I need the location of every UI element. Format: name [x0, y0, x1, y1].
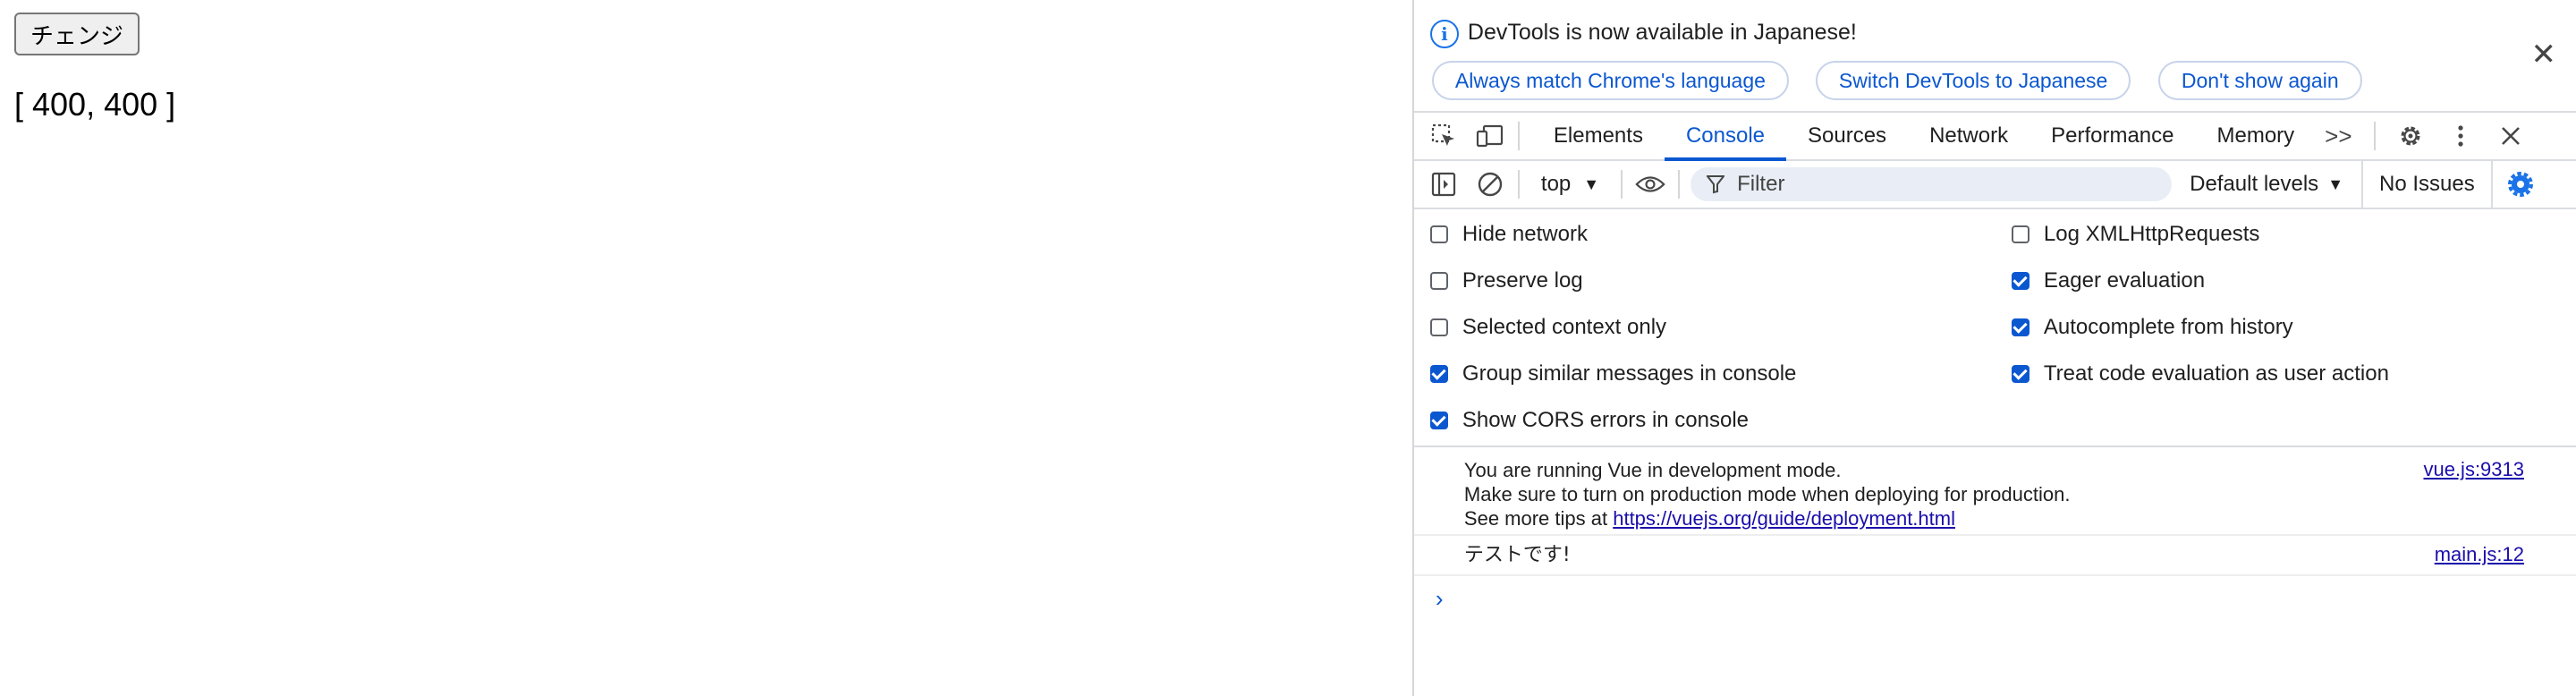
issues-counter[interactable]: No Issues	[2361, 161, 2493, 208]
message-text: See more tips at	[1463, 507, 1614, 530]
inspect-element-icon[interactable]	[1428, 121, 1459, 151]
setting-label: Log XMLHttpRequests	[2043, 222, 2260, 246]
toolbar-divider	[1517, 122, 1520, 150]
message-line: See more tips at https://vuejs.org/guide…	[1464, 506, 2522, 530]
setting-label: Group similar messages in console	[1462, 361, 1797, 386]
always-match-language-button[interactable]: Always match Chrome's language	[1431, 61, 1789, 100]
console-messages: You are running Vue in development mode.…	[1413, 447, 2576, 612]
setting-label: Preserve log	[1462, 268, 1583, 293]
devtools-panel: i DevTools is now available in Japanese!…	[1411, 0, 2576, 696]
sidebar-toggle-icon[interactable]	[1428, 169, 1459, 199]
setting-autocomplete-history[interactable]: Autocomplete from history	[2011, 315, 2293, 340]
message-line: Make sure to turn on production mode whe…	[1463, 483, 2071, 505]
clear-console-icon[interactable]	[1475, 169, 1505, 199]
setting-label: Eager evaluation	[2043, 268, 2206, 293]
message-line: You are running Vue in development mode.	[1463, 459, 1842, 481]
checkbox[interactable]	[1429, 225, 1448, 243]
filter-funnel-icon	[1707, 175, 1725, 194]
app-root: チェンジ [ 400, 400 ] i DevTools is now avai…	[0, 0, 2576, 696]
source-link-main[interactable]: main.js:12	[2435, 543, 2524, 566]
toolbar-divider	[2373, 122, 2376, 150]
language-infobar: i DevTools is now available in Japanese!…	[1413, 0, 2576, 113]
source-link-vue[interactable]: vue.js:9313	[2423, 458, 2524, 481]
filter-box	[1690, 167, 2173, 201]
setting-group-similar[interactable]: Group similar messages in console	[1429, 361, 1797, 386]
setting-show-cors-errors[interactable]: Show CORS errors in console	[1429, 408, 1750, 433]
filter-input[interactable]	[1735, 171, 2115, 198]
triangle-down-icon: ▼	[2327, 174, 2344, 193]
setting-log-xmlhttprequests[interactable]: Log XMLHttpRequests	[2011, 222, 2260, 247]
setting-hide-network[interactable]: Hide network	[1429, 222, 1588, 247]
checkbox[interactable]	[1429, 318, 1448, 336]
settings-gear-icon[interactable]	[2395, 121, 2426, 151]
context-selector[interactable]: top ▼	[1532, 172, 1608, 197]
console-message: テストです! main.js:12	[1413, 536, 2576, 576]
toolbar-divider	[1678, 170, 1681, 199]
console-settings-panel: Hide network Preserve log Selected conte…	[1413, 209, 2576, 447]
tab-performance[interactable]: Performance	[2029, 113, 2195, 159]
setting-label: Treat code evaluation as user action	[2043, 361, 2389, 386]
checkbox[interactable]	[2011, 365, 2029, 383]
dont-show-again-button[interactable]: Don't show again	[2157, 61, 2362, 100]
console-message: You are running Vue in development mode.…	[1413, 447, 2576, 536]
checkbox[interactable]	[1429, 365, 1448, 383]
setting-eager-evaluation[interactable]: Eager evaluation	[2011, 268, 2206, 293]
checkbox[interactable]	[2011, 225, 2029, 243]
device-toolbar-icon[interactable]	[1475, 121, 1505, 151]
setting-selected-context-only[interactable]: Selected context only	[1429, 315, 1667, 340]
checkbox[interactable]	[2011, 272, 2029, 290]
checkbox[interactable]	[1429, 272, 1448, 290]
console-toolbar: top ▼ Default levels ▼ No Iss	[1413, 161, 2576, 209]
array-output-text: [ 400, 400 ]	[14, 86, 176, 123]
info-icon: i	[1429, 20, 1459, 48]
setting-preserve-log[interactable]: Preserve log	[1429, 268, 1583, 293]
triangle-down-icon: ▼	[1583, 174, 1600, 193]
devtools-tabbar: Elements Console Sources Network Perform…	[1413, 113, 2576, 161]
web-page: チェンジ [ 400, 400 ]	[0, 0, 1412, 696]
tab-sources[interactable]: Sources	[1786, 113, 1908, 159]
change-button[interactable]: チェンジ	[14, 13, 140, 55]
setting-label: Hide network	[1462, 222, 1588, 246]
tab-elements[interactable]: Elements	[1532, 113, 1665, 159]
deployment-guide-link[interactable]: https://vuejs.org/guide/deployment.html	[1613, 507, 1955, 530]
console-prompt-chevron-icon[interactable]: ›	[1436, 585, 1444, 613]
toolbar-divider	[1621, 170, 1623, 199]
close-devtools-icon[interactable]	[2496, 121, 2526, 151]
console-settings-gear-icon[interactable]	[2505, 169, 2536, 199]
live-expression-eye-icon[interactable]	[1635, 169, 1665, 199]
toolbar-divider	[1517, 170, 1520, 199]
setting-treat-as-user-action[interactable]: Treat code evaluation as user action	[2011, 361, 2389, 386]
tab-memory[interactable]: Memory	[2195, 113, 2316, 159]
setting-label: Selected context only	[1462, 315, 1667, 339]
setting-label: Show CORS errors in console	[1462, 408, 1750, 432]
log-levels-label: Default levels	[2190, 172, 2319, 196]
tab-console[interactable]: Console	[1664, 113, 1787, 161]
context-value: top	[1540, 172, 1572, 196]
checkbox[interactable]	[2011, 318, 2029, 336]
switch-to-japanese-button[interactable]: Switch DevTools to Japanese	[1815, 61, 2131, 100]
message-line: テストです!	[1463, 544, 1571, 566]
infobar-message: DevTools is now available in Japanese!	[1467, 20, 1857, 45]
setting-label: Autocomplete from history	[2043, 315, 2293, 339]
close-icon[interactable]: ✕	[2531, 39, 2557, 70]
log-levels-dropdown[interactable]: Default levels ▼	[2190, 172, 2343, 197]
more-tabs-icon[interactable]: >>	[2316, 113, 2360, 159]
kebab-menu-icon[interactable]	[2445, 121, 2476, 151]
tab-network[interactable]: Network	[1908, 113, 2029, 159]
checkbox[interactable]	[1429, 412, 1448, 429]
